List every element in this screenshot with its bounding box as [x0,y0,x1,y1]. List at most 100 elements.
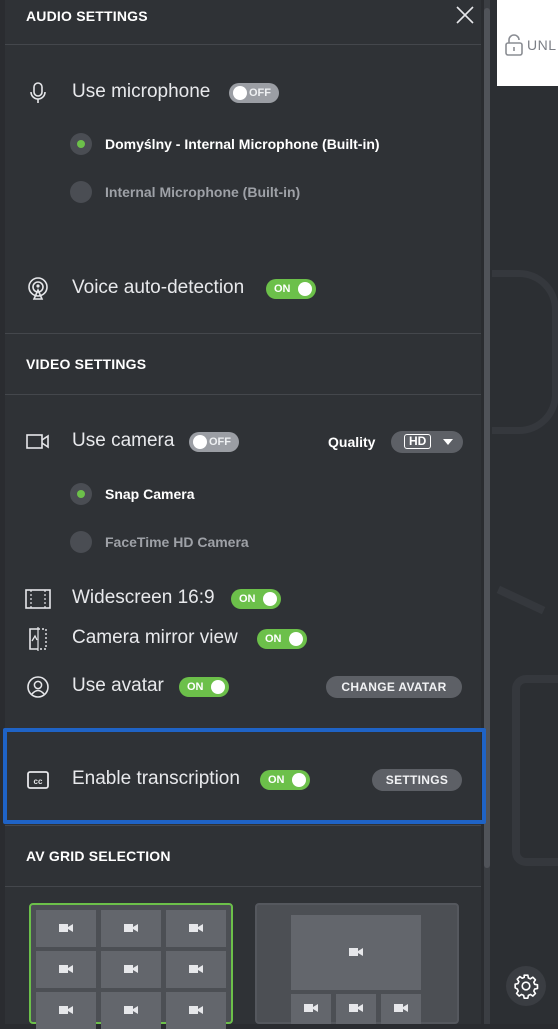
voice-auto-detection-label: Voice auto-detection [72,277,245,298]
grid-cell [101,992,161,1029]
grid-cell [166,951,226,988]
grid-cell [36,992,96,1029]
video-camera-icon [59,920,73,938]
widescreen-label: Widescreen 16:9 [72,587,215,608]
unlock-label: UNL [527,37,557,53]
toggle-knob [211,680,225,694]
avatar-toggle[interactable]: ON [179,677,229,697]
grid-cell [36,910,96,947]
grid-cell [381,994,421,1024]
change-avatar-button[interactable]: CHANGE AVATAR [326,676,462,698]
background-app-area [490,0,558,1024]
camera-option-radio-facetime[interactable] [70,531,92,553]
grid-option-3x3[interactable] [29,903,233,1029]
video-camera-icon [59,1002,73,1020]
background-shape [492,270,558,434]
video-settings-title: VIDEO SETTINGS [26,356,147,372]
mic-option-radio-internal[interactable] [70,181,92,203]
use-microphone-label: Use microphone [72,81,211,102]
avatar-icon [25,674,51,700]
voice-detection-icon [25,276,51,302]
chevron-down-icon [443,439,453,445]
grid-option-speaker[interactable] [255,903,459,1024]
grid-cell [166,992,226,1029]
video-camera-icon [124,961,138,979]
divider [5,44,481,45]
av-grid-title: AV GRID SELECTION [26,848,171,864]
svg-text:cc: cc [34,777,43,786]
camera-mirror-row: Camera mirror view ON [5,624,481,654]
transcription-settings-button[interactable]: SETTINGS [372,769,462,791]
toggle-text: OFF [249,87,271,99]
toggle-text: ON [239,593,256,605]
grid-cell [291,994,331,1024]
use-avatar-label: Use avatar [72,675,164,696]
toggle-knob [292,773,306,787]
microphone-icon [25,80,51,106]
closed-captions-icon: cc [25,767,51,793]
camera-icon [25,429,51,455]
grid-cell [336,994,376,1024]
mirror-icon [25,626,51,652]
camera-toggle[interactable]: OFF [189,432,239,452]
settings-gear-button[interactable] [506,966,546,1006]
video-settings-header: VIDEO SETTINGS [5,334,481,394]
video-camera-icon [349,944,363,962]
camera-option-radio-snap[interactable] [70,483,92,505]
toggle-knob [298,282,312,296]
camera-mirror-label: Camera mirror view [72,627,238,648]
toggle-text: ON [265,633,282,645]
camera-option-label-facetime[interactable]: FaceTime HD Camera [105,534,249,550]
mic-option-label-internal[interactable]: Internal Microphone (Built-in) [105,184,300,200]
gear-icon [514,974,539,999]
quality-value: HD [404,434,432,449]
close-icon[interactable] [455,5,475,25]
voice-auto-detection-row: Voice auto-detection ON [5,274,481,304]
unlock-badge[interactable]: UNL [497,0,558,86]
toggle-knob [193,435,207,449]
use-avatar-row: Use avatar ON CHANGE AVATAR [5,672,481,702]
grid-cell [36,951,96,988]
voice-detection-toggle[interactable]: ON [266,279,316,299]
widescreen-toggle[interactable]: ON [231,589,281,609]
video-camera-icon [394,1000,408,1018]
divider [5,886,481,887]
transcription-toggle[interactable]: ON [260,770,310,790]
video-camera-icon [59,961,73,979]
background-shape [512,675,558,866]
enable-transcription-label: Enable transcription [72,768,240,789]
microphone-toggle[interactable]: OFF [229,83,279,103]
grid-cell [291,915,421,990]
quality-label: Quality [328,434,376,450]
camera-option-label-snap[interactable]: Snap Camera [105,486,194,502]
toggle-text: OFF [209,436,231,448]
video-camera-icon [124,920,138,938]
use-camera-row: Use camera OFF Quality HD [5,427,481,457]
toggle-knob [233,86,247,100]
toggle-text: ON [274,283,291,295]
quality-select[interactable]: HD [391,431,463,453]
widescreen-icon [25,586,51,612]
grid-cell [166,910,226,947]
divider [5,394,481,395]
video-camera-icon [304,1000,318,1018]
video-camera-icon [189,1002,203,1020]
widescreen-row: Widescreen 16:9 ON [5,584,481,614]
audio-settings-header: AUDIO SETTINGS [5,0,481,46]
mic-option-label-default[interactable]: Domyślny - Internal Microphone (Built-in… [105,136,380,152]
toggle-text: ON [268,774,285,786]
grid-cell [101,951,161,988]
enable-transcription-row: cc Enable transcription ON SETTINGS [5,765,481,795]
mirror-toggle[interactable]: ON [257,629,307,649]
use-camera-label: Use camera [72,430,175,451]
video-camera-icon [124,1002,138,1020]
grid-cell [101,910,161,947]
video-camera-icon [189,920,203,938]
lock-open-icon [505,34,523,56]
toggle-knob [263,592,277,606]
mic-option-radio-default[interactable] [70,133,92,155]
av-grid-header: AV GRID SELECTION [5,826,481,886]
video-camera-icon [189,961,203,979]
audio-settings-title: AUDIO SETTINGS [26,8,148,24]
toggle-text: ON [187,681,204,693]
